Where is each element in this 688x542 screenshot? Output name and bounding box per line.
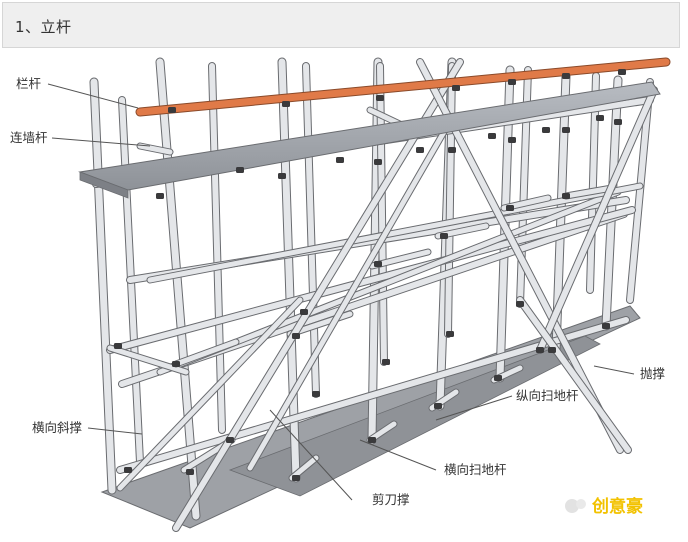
label-longitudinal-brace: 横向斜撑 [32,420,83,435]
standard-back-3 [377,63,387,365]
standard-back-4 [445,63,455,337]
label-throw-brace: 抛撑 [640,366,666,381]
coupler-33 [536,347,544,353]
coupler-14 [172,361,180,367]
coupler-21 [186,469,194,475]
label-scissor-brace: 剪刀撑 [372,492,410,507]
coupler-24 [434,403,442,409]
coupler-2 [376,95,384,101]
coupler-23 [368,437,376,443]
coupler-28 [226,437,234,443]
scaffold-diagram: 栏杆 连墙杆 横向斜撑 剪刀撑 横向扫地杆 纵向扫地杆 抛撑 创意豪 [10,57,671,532]
coupler-26 [548,347,556,353]
label-transverse-sweep-pole: 横向扫地杆 [444,462,507,477]
coupler-5 [562,73,570,79]
coupler-36 [236,167,244,173]
label-wall-tie: 连墙杆 [10,130,48,145]
label-guardrail: 栏杆 [16,76,42,91]
coupler-37 [336,157,344,163]
watermark-text: 创意豪 [591,496,643,517]
coupler-11 [508,137,516,143]
coupler-16 [374,261,382,267]
coupler-25 [494,375,502,381]
coupler-6 [618,69,626,75]
coupler-12 [562,127,570,133]
coupler-31 [446,331,454,337]
coupler-3 [452,85,460,91]
coupler-1 [282,101,290,107]
base-board-inner [228,335,601,497]
coupler-7 [156,193,164,199]
coupler-34 [124,467,132,473]
coupler-38 [416,147,424,153]
coupler-13 [614,119,622,125]
transom-0 [107,345,189,375]
coupler-32 [516,301,524,307]
coupler-40 [542,127,550,133]
coupler-27 [602,323,610,329]
coupler-8 [278,173,286,179]
coupler-4 [508,79,516,85]
label-longitudinal-sweep-pole: 纵向扫地杆 [516,388,579,403]
coupler-30 [382,359,390,365]
coupler-22 [292,475,300,481]
coupler-29 [312,391,320,397]
coupler-15 [292,333,300,339]
coupler-19 [562,193,570,199]
coupler-18 [506,205,514,211]
coupler-41 [596,115,604,121]
coupler-20 [114,343,122,349]
coupler-10 [448,147,456,153]
coupler-35 [300,309,308,315]
coupler-17 [440,233,448,239]
coupler-0 [168,107,176,113]
coupler-39 [488,133,496,139]
coupler-9 [374,159,382,165]
watermark: 创意豪 [565,496,643,517]
